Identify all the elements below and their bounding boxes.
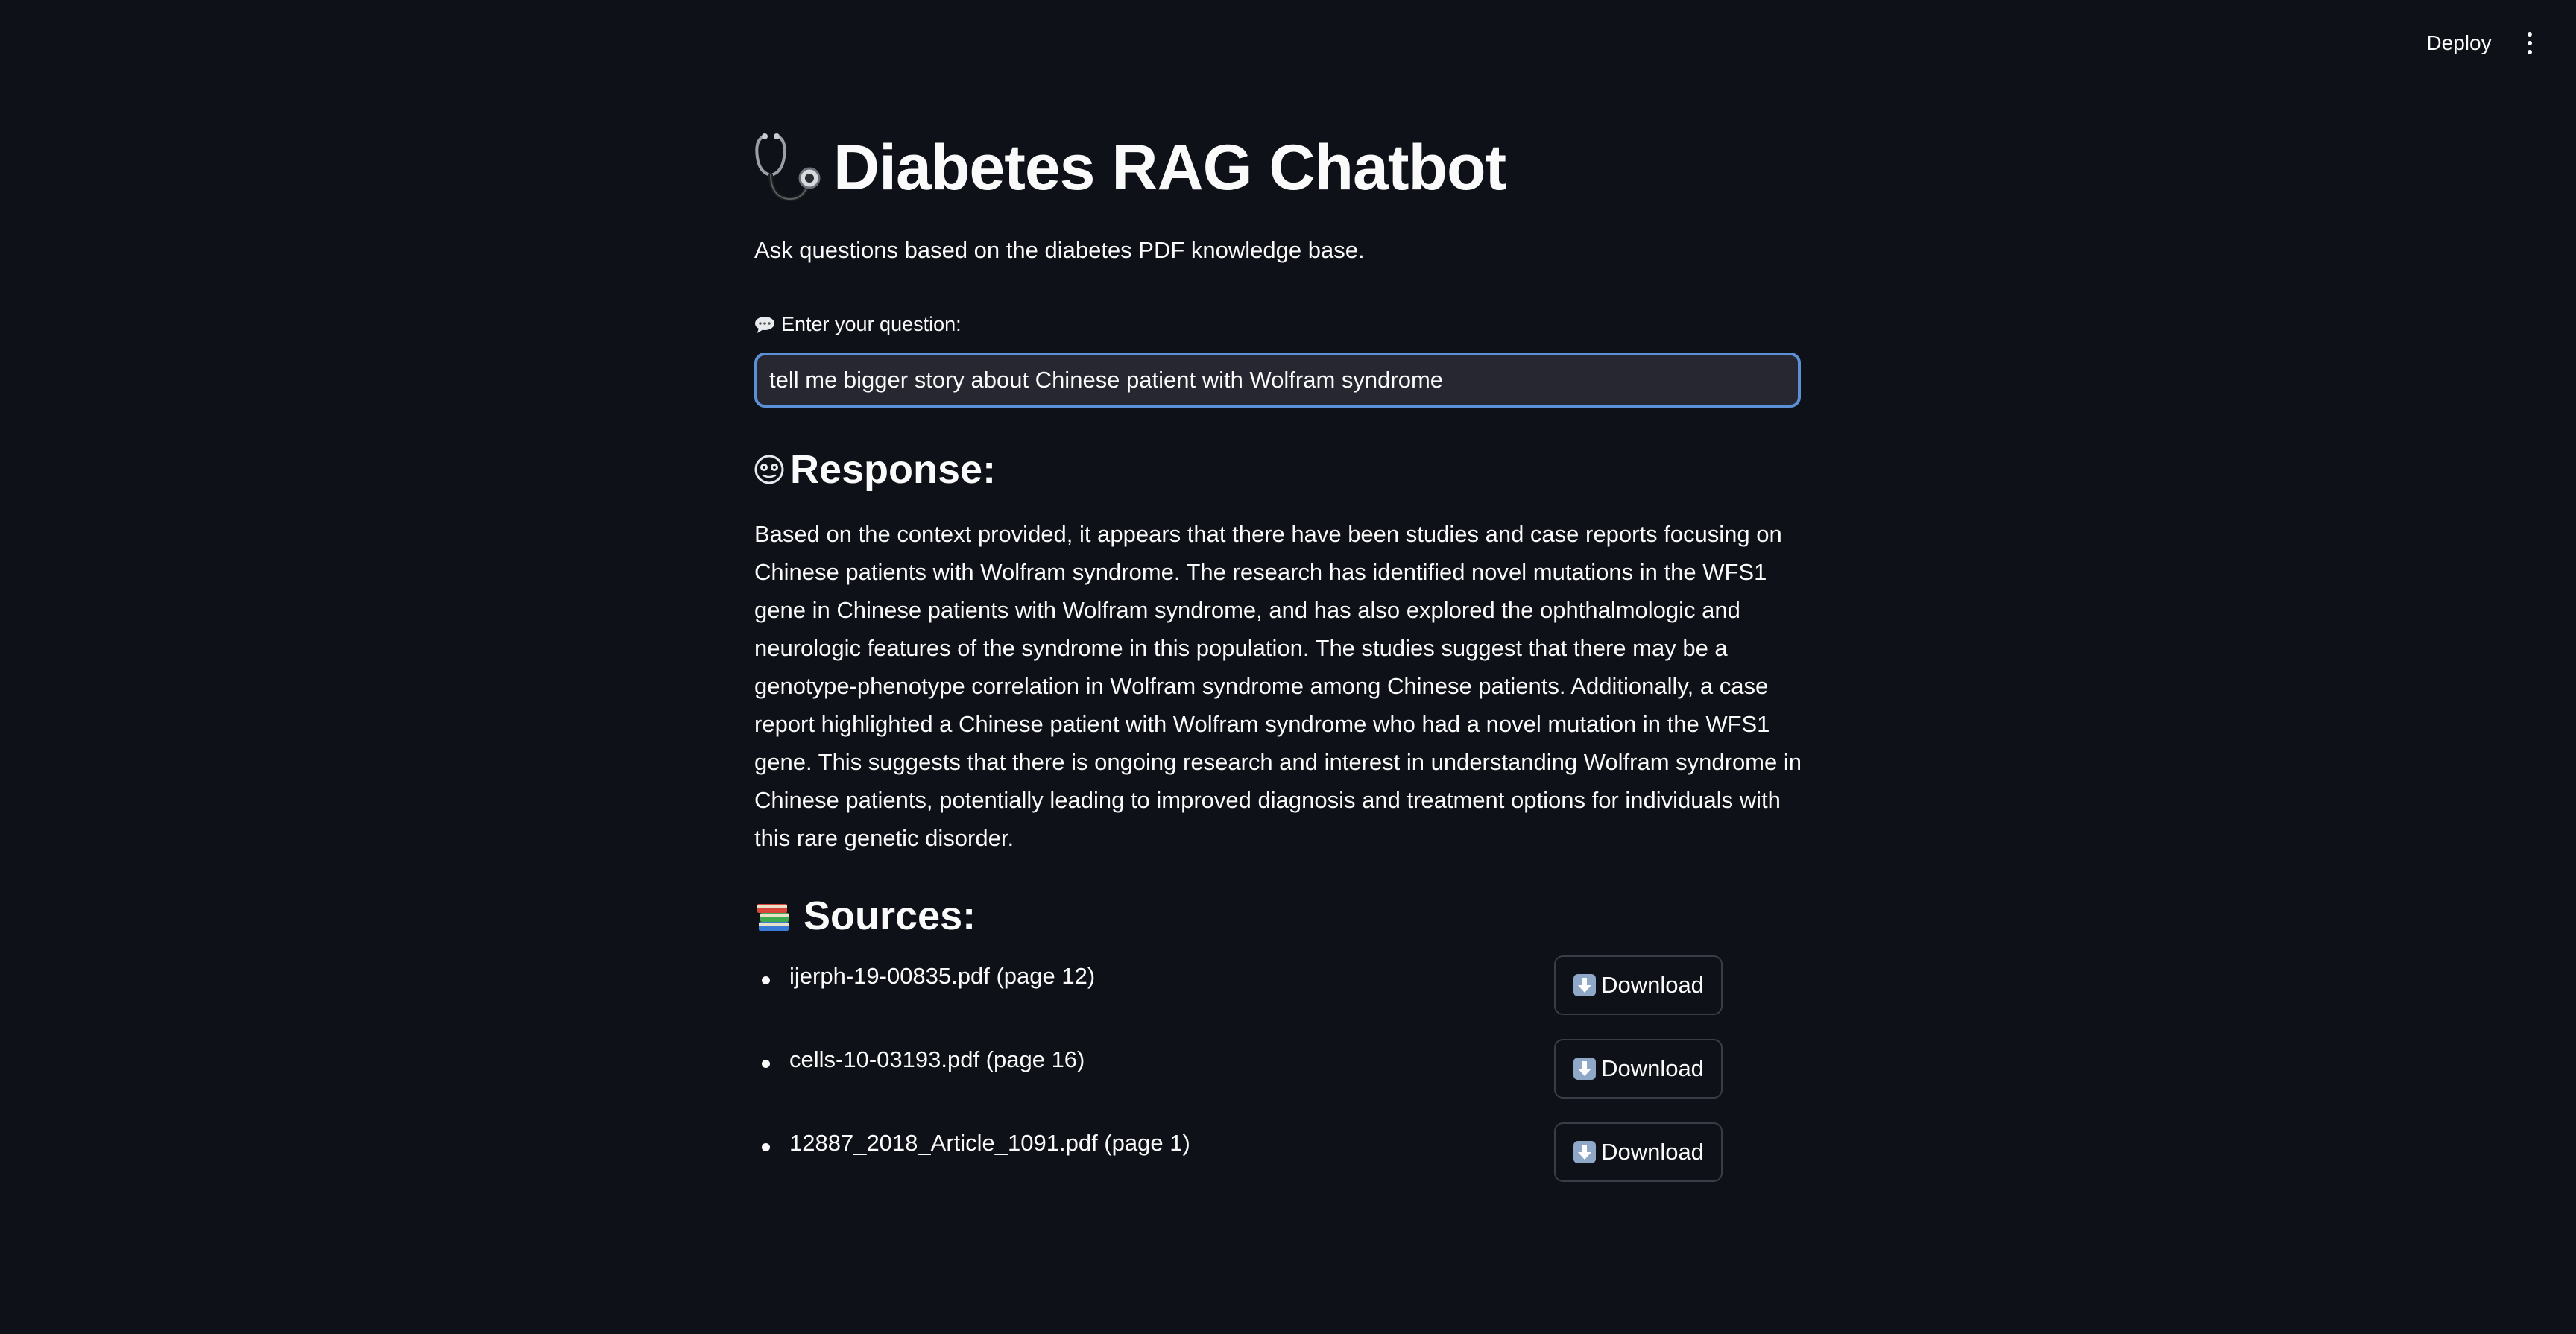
question-input[interactable] <box>754 353 1801 408</box>
face-icon <box>754 455 784 484</box>
source-name: 12887_2018_Article_1091.pdf (page 1) <box>789 1130 1190 1156</box>
books-icon <box>757 904 789 931</box>
response-heading: Response: <box>790 447 997 492</box>
source-name: ijerph-19-00835.pdf (page 12) <box>789 963 1096 989</box>
download-arrow-icon <box>1573 974 1597 996</box>
speech-bubble-icon <box>755 316 774 333</box>
download-button[interactable]: Download <box>1554 1039 1723 1099</box>
stethoscope-icon <box>755 133 821 202</box>
main-content: Diabetes RAG Chatbot Ask questions based… <box>754 119 1804 1209</box>
response-text: Based on the context provided, it appear… <box>754 521 1802 851</box>
page-title: Diabetes RAG Chatbot <box>833 131 1506 203</box>
bullet <box>762 1060 770 1068</box>
question-label-row: Enter your question: <box>754 313 1804 336</box>
download-arrow-icon <box>1573 1058 1597 1080</box>
deploy-button[interactable]: Deploy <box>2414 27 2504 60</box>
download-button[interactable]: Download <box>1554 1122 1723 1182</box>
question-label: Enter your question: <box>781 313 962 335</box>
sources-list: ijerph-19-00835.pdf (page 12) Download c… <box>754 955 1804 1209</box>
source-name: cells-10-03193.pdf (page 16) <box>789 1046 1085 1072</box>
bullet <box>762 1143 770 1151</box>
download-label: Download <box>1601 1139 1704 1165</box>
bullet <box>762 976 770 984</box>
sources-heading-row: Sources: <box>754 893 1804 939</box>
app-root: Deploy Diabetes RAG Chatbot Ask question… <box>0 0 2576 1334</box>
top-bar: Deploy <box>0 0 2576 86</box>
download-label: Download <box>1601 1055 1704 1081</box>
title-row: Diabetes RAG Chatbot <box>754 119 1804 216</box>
download-button[interactable]: Download <box>1554 955 1723 1015</box>
more-vertical-icon[interactable] <box>2513 27 2546 60</box>
page-subtitle: Ask questions based on the diabetes PDF … <box>754 237 1365 263</box>
list-item: cells-10-03193.pdf (page 16) Download <box>754 1039 1804 1125</box>
list-item: 12887_2018_Article_1091.pdf (page 1) Dow… <box>754 1122 1804 1209</box>
download-label: Download <box>1601 972 1704 998</box>
list-item: ijerph-19-00835.pdf (page 12) Download <box>754 955 1804 1042</box>
sources-heading: Sources: <box>804 894 976 938</box>
download-arrow-icon <box>1573 1141 1597 1163</box>
response-heading-row: Response: <box>754 446 1804 493</box>
